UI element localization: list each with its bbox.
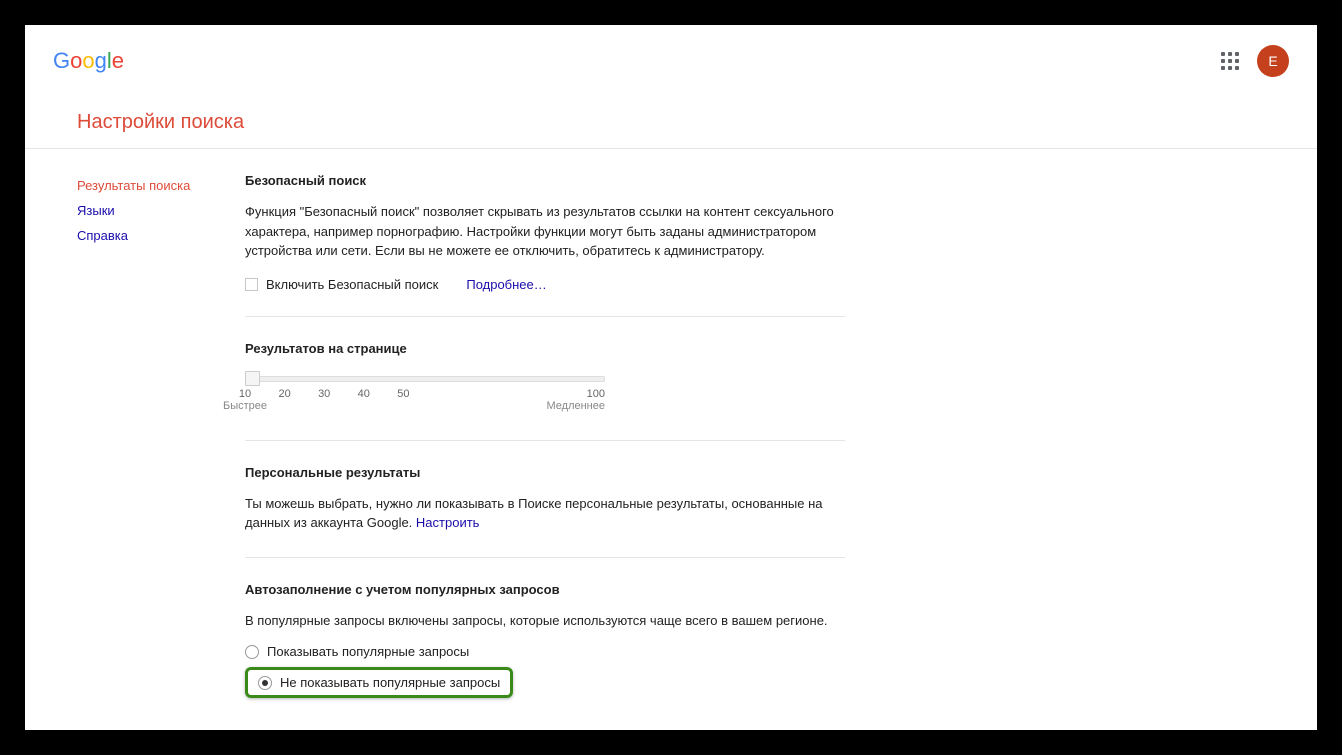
results-slider-ticks: 10 Быстрее 20 30 40 50 100 Медленнее: [245, 388, 605, 416]
personal-configure-link[interactable]: Настроить: [416, 515, 480, 530]
autocomplete-radio-show[interactable]: Показывать популярные запросы: [245, 640, 845, 663]
autocomplete-radio-hide[interactable]: Не показывать популярные запросы: [245, 667, 513, 698]
page-title: Настройки поиска: [25, 87, 1317, 149]
results-slider-thumb[interactable]: [245, 371, 260, 386]
autocomplete-desc: В популярные запросы включены запросы, к…: [245, 611, 845, 631]
autocomplete-title: Автозаполнение с учетом популярных запро…: [245, 582, 845, 597]
apps-icon[interactable]: [1221, 52, 1239, 70]
autocomplete-hide-label: Не показывать популярные запросы: [280, 675, 500, 690]
page-viewport: Google E Настройки поиска Результаты пои…: [25, 25, 1317, 730]
sidebar-item-results[interactable]: Результаты поиска: [77, 173, 245, 198]
sidebar: Результаты поиска Языки Справка: [77, 173, 245, 698]
safesearch-title: Безопасный поиск: [245, 173, 845, 188]
radio-icon: [245, 645, 259, 659]
safesearch-section: Безопасный поиск Функция "Безопасный пои…: [245, 173, 845, 317]
personal-results-section: Персональные результаты Ты можешь выбрат…: [245, 465, 845, 558]
personal-results-desc: Ты можешь выбрать, нужно ли показывать в…: [245, 494, 845, 533]
safesearch-learn-more-link[interactable]: Подробнее…: [466, 277, 546, 292]
results-per-page-title: Результатов на странице: [245, 341, 845, 356]
google-logo[interactable]: Google: [53, 48, 124, 74]
autocomplete-section: Автозаполнение с учетом популярных запро…: [245, 582, 845, 699]
safesearch-checkbox-label: Включить Безопасный поиск: [266, 277, 438, 292]
header: Google E: [25, 25, 1317, 87]
main-content: Безопасный поиск Функция "Безопасный пои…: [245, 173, 845, 698]
results-slider-track[interactable]: [245, 376, 605, 382]
autocomplete-show-label: Показывать популярные запросы: [267, 644, 469, 659]
sidebar-item-languages[interactable]: Языки: [77, 198, 245, 223]
safesearch-desc: Функция "Безопасный поиск" позволяет скр…: [245, 202, 845, 261]
avatar[interactable]: E: [1257, 45, 1289, 77]
radio-icon: [258, 676, 272, 690]
results-per-page-section: Результатов на странице 10 Быстрее 20 30…: [245, 341, 845, 441]
safesearch-checkbox[interactable]: [245, 278, 258, 291]
sidebar-item-help[interactable]: Справка: [77, 223, 245, 248]
personal-results-title: Персональные результаты: [245, 465, 845, 480]
